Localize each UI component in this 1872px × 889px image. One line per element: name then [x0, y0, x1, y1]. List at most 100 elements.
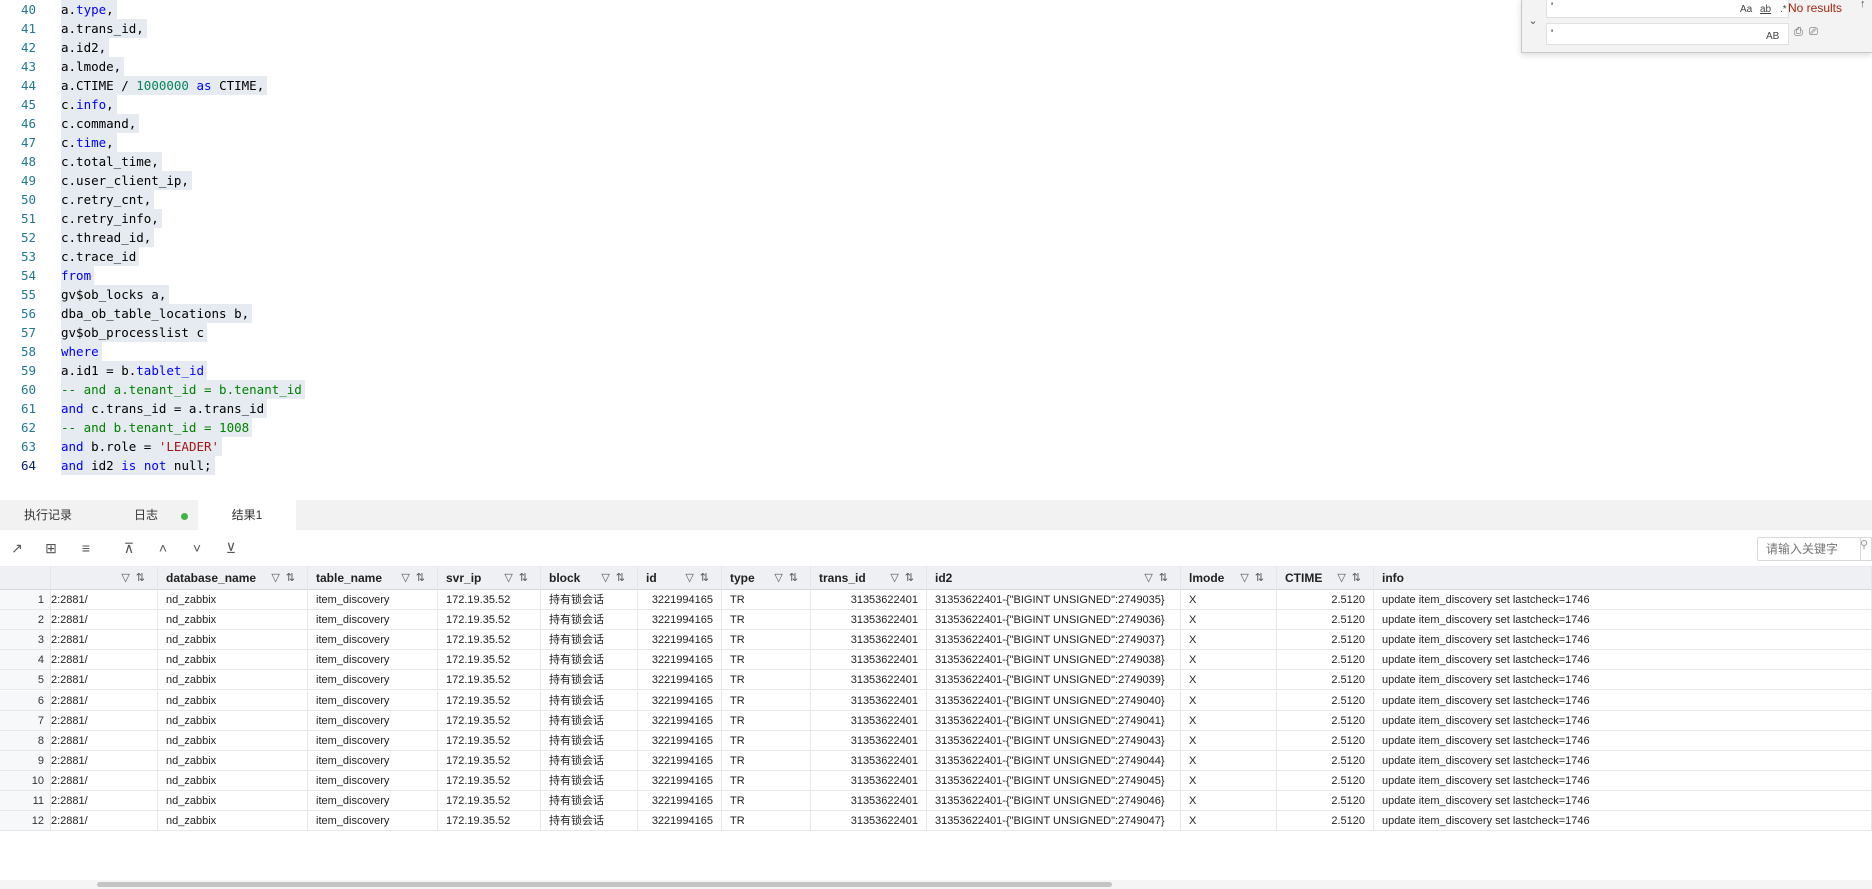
cell-lmode[interactable]: X — [1181, 610, 1277, 631]
horizontal-scrollbar-thumb[interactable] — [97, 882, 1112, 887]
cell-table-name[interactable]: item_discovery — [308, 811, 438, 832]
cell-svr-ip[interactable]: 172.19.35.52 — [438, 791, 541, 811]
table-row[interactable]: 8 2:2881/nd_zabbix item_discovery 172.19.35… — [0, 730, 1872, 751]
sort-icon[interactable]: ⇅ — [519, 572, 534, 584]
column-header[interactable]: id ▽⇅ — [638, 566, 722, 590]
cell-type[interactable]: TR — [722, 670, 811, 691]
tab-result-1[interactable]: 结果1 — [198, 500, 296, 530]
column-header[interactable]: lmode ▽⇅ — [1181, 566, 1277, 590]
cell-table-name[interactable]: item_discovery — [308, 650, 438, 671]
cell-block[interactable]: 持有锁会话 — [541, 650, 638, 671]
cell-svr-ip[interactable]: 172.19.35.52 — [438, 710, 541, 731]
table-row[interactable]: 5 2:2881/nd_zabbix item_discovery 172.19.35… — [0, 670, 1872, 691]
cell-id[interactable]: 3221994165 — [638, 690, 722, 711]
cell-id2[interactable]: 31353622401-{"BIGINT UNSIGNED":2749036} — [927, 610, 1181, 631]
column-header[interactable]: type ▽⇅ — [722, 566, 811, 590]
sort-icon[interactable]: ⇅ — [286, 572, 301, 584]
cell-svr-ip[interactable]: 172.19.35.52 — [438, 630, 541, 651]
filter-icon[interactable]: ▽ — [504, 572, 518, 584]
cell-lmode[interactable]: X — [1181, 811, 1277, 832]
cell-trans-id[interactable]: 31353622401 — [811, 610, 927, 631]
cell-id2[interactable]: 31353622401-{"BIGINT UNSIGNED":2749043} — [927, 730, 1181, 751]
cell-svr-ip[interactable]: 172.19.35.52 — [438, 770, 541, 791]
cell-svr-port[interactable]: 2:2881/ — [51, 590, 158, 610]
cell-id[interactable]: 3221994165 — [638, 750, 722, 771]
cell-id[interactable]: 3221994165 — [638, 670, 722, 691]
cell-database-name[interactable]: nd_zabbix — [158, 650, 308, 671]
cell-ctime[interactable]: 2.5120 — [1277, 730, 1374, 751]
cell-lmode[interactable]: X — [1181, 590, 1277, 610]
cell-database-name[interactable]: nd_zabbix — [158, 630, 308, 651]
cell-database-name[interactable]: nd_zabbix — [158, 791, 308, 811]
cell-id2[interactable]: 31353622401-{"BIGINT UNSIGNED":2749044} — [927, 750, 1181, 771]
cell-block[interactable]: 持有锁会话 — [541, 630, 638, 651]
cell-database-name[interactable]: nd_zabbix — [158, 750, 308, 771]
cell-table-name[interactable]: item_discovery — [308, 730, 438, 751]
column-header[interactable]: CTIME ▽⇅ — [1277, 566, 1374, 590]
cell-id[interactable]: 3221994165 — [638, 610, 722, 631]
cell-table-name[interactable]: item_discovery — [308, 770, 438, 791]
cell-id2[interactable]: 31353622401-{"BIGINT UNSIGNED":2749040} — [927, 690, 1181, 711]
column-header[interactable]: trans_id ▽⇅ — [811, 566, 927, 590]
cell-lmode[interactable]: X — [1181, 770, 1277, 791]
cell-trans-id[interactable]: 31353622401 — [811, 590, 927, 610]
sort-icon[interactable]: ⇅ — [1159, 572, 1174, 584]
column-header[interactable]: svr_ip ▽⇅ — [438, 566, 541, 590]
list-view-icon[interactable]: ≡ — [77, 539, 95, 557]
code-line[interactable]: 43 a.lmode, — [0, 57, 1872, 76]
cell-block[interactable]: 持有锁会话 — [541, 610, 638, 631]
cell-type[interactable]: TR — [722, 730, 811, 751]
table-row[interactable]: 1 2:2881/nd_zabbix item_discovery 172.19.35… — [0, 590, 1872, 610]
cell-info[interactable]: update item_discovery set lastcheck=1746 — [1374, 590, 1872, 610]
cell-ctime[interactable]: 2.5120 — [1277, 610, 1374, 631]
cell-block[interactable]: 持有锁会话 — [541, 710, 638, 731]
cell-lmode[interactable]: X — [1181, 791, 1277, 811]
cell-svr-port[interactable]: 2:2881/ — [51, 670, 158, 691]
cell-table-name[interactable]: item_discovery — [308, 750, 438, 771]
table-row[interactable]: 10 2:2881/nd_zabbix item_discovery 172.19.3… — [0, 770, 1872, 791]
cell-database-name[interactable]: nd_zabbix — [158, 610, 308, 631]
cell-trans-id[interactable]: 31353622401 — [811, 730, 927, 751]
cell-type[interactable]: TR — [722, 590, 811, 610]
code-line[interactable]: 56 dba_ob_table_locations b, — [0, 304, 1872, 323]
cell-id[interactable]: 3221994165 — [638, 770, 722, 791]
cell-trans-id[interactable]: 31353622401 — [811, 690, 927, 711]
column-header[interactable]: info — [1374, 566, 1872, 590]
cell-table-name[interactable]: item_discovery — [308, 590, 438, 610]
column-header[interactable]: id2 ▽⇅ — [927, 566, 1181, 590]
cell-table-name[interactable]: item_discovery — [308, 630, 438, 651]
cell-type[interactable]: TR — [722, 690, 811, 711]
cell-svr-port[interactable]: 2:2881/ — [51, 791, 158, 811]
cell-svr-ip[interactable]: 172.19.35.52 — [438, 750, 541, 771]
code-line[interactable]: 51 c.retry_info, — [0, 209, 1872, 228]
find-input[interactable] — [1551, 1, 1701, 13]
replace-all-icon[interactable]: ⎚ — [1809, 26, 1818, 39]
cell-block[interactable]: 持有锁会话 — [541, 670, 638, 691]
cell-block[interactable]: 持有锁会话 — [541, 770, 638, 791]
cell-info[interactable]: update item_discovery set lastcheck=1746 — [1374, 650, 1872, 671]
cell-id[interactable]: 3221994165 — [638, 710, 722, 731]
cell-id[interactable]: 3221994165 — [638, 590, 722, 610]
cell-lmode[interactable]: X — [1181, 710, 1277, 731]
code-line[interactable]: 45 c.info, — [0, 95, 1872, 114]
arrow-up-icon[interactable]: ↑ — [1860, 0, 1866, 10]
cell-info[interactable]: update item_discovery set lastcheck=1746 — [1374, 710, 1872, 731]
cell-ctime[interactable]: 2.5120 — [1277, 590, 1374, 610]
cell-svr-ip[interactable]: 172.19.35.52 — [438, 690, 541, 711]
replace-one-icon[interactable]: ⎙ — [1794, 26, 1803, 39]
cell-svr-port[interactable]: 2:2881/ — [51, 710, 158, 731]
cell-trans-id[interactable]: 31353622401 — [811, 630, 927, 651]
filter-icon[interactable]: ▽ — [271, 572, 285, 584]
cell-info[interactable]: update item_discovery set lastcheck=1746 — [1374, 610, 1872, 631]
filter-icon[interactable]: ▽ — [1337, 572, 1351, 584]
code-line[interactable]: 62 -- and b.tenant_id = 1008 — [0, 418, 1872, 437]
cell-id[interactable]: 3221994165 — [638, 791, 722, 811]
chevron-down-icon[interactable]: ⌄ — [1526, 14, 1540, 28]
cell-id[interactable]: 3221994165 — [638, 650, 722, 671]
sort-icon[interactable]: ⇅ — [905, 572, 920, 584]
cell-lmode[interactable]: X — [1181, 630, 1277, 651]
cell-type[interactable]: TR — [722, 770, 811, 791]
code-line[interactable]: 50 c.retry_cnt, — [0, 190, 1872, 209]
cell-svr-ip[interactable]: 172.19.35.52 — [438, 670, 541, 691]
cell-block[interactable]: 持有锁会话 — [541, 750, 638, 771]
